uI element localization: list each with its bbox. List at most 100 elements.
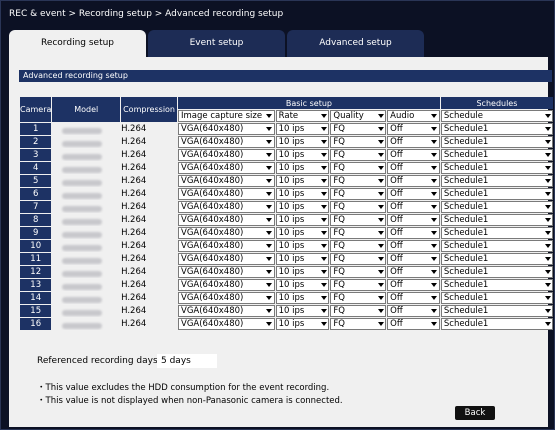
schedule-select[interactable]: Schedule1 [440,175,553,187]
chevron-down-icon [543,267,552,277]
rate-select[interactable]: 10 ips [275,253,330,265]
schedule-select[interactable]: Schedule1 [440,136,553,148]
tab-event-setup[interactable]: Event setup [148,30,285,57]
quality-select[interactable]: FQ [330,214,387,226]
image-capture-size-select[interactable]: VGA(640x480) [178,266,275,278]
chevron-down-icon [543,319,552,329]
audio-select[interactable]: Off [387,266,440,278]
image-capture-size-select[interactable]: VGA(640x480) [178,214,275,226]
audio-select[interactable]: Off [387,162,440,174]
quality-select[interactable]: FQ [330,266,387,278]
image-capture-size-select[interactable]: VGA(640x480) [178,162,275,174]
audio-select[interactable]: Off [387,123,440,135]
quality-select[interactable]: FQ [330,123,387,135]
image-capture-size-select[interactable]: VGA(640x480) [178,123,275,135]
rate-select[interactable]: 10 ips [275,279,330,291]
image-capture-size-select[interactable]: VGA(640x480) [178,136,275,148]
schedule-select[interactable]: Schedule1 [440,201,553,213]
tab-advanced-setup[interactable]: Advanced setup [287,30,424,57]
audio-select[interactable]: Off [387,318,440,330]
rate-select[interactable]: 10 ips [275,175,330,187]
audio-select[interactable]: Off [387,292,440,304]
quality-select[interactable]: FQ [330,305,387,317]
image-capture-size-select[interactable]: VGA(640x480) [178,188,275,200]
quality-select[interactable]: FQ [330,188,387,200]
audio-select[interactable]: Off [387,279,440,291]
camera-number: 11 [20,253,52,265]
audio-select[interactable]: Off [387,188,440,200]
image-capture-size-select[interactable]: VGA(640x480) [178,227,275,239]
schedule-select[interactable]: Schedule1 [440,149,553,161]
schedule-select[interactable]: Schedule1 [440,162,553,174]
schedule-select[interactable]: Schedule1 [440,253,553,265]
bulk-audio-select[interactable]: Audio [387,110,440,122]
image-capture-size-select[interactable]: VGA(640x480) [178,305,275,317]
audio-select[interactable]: Off [387,136,440,148]
audio-select[interactable]: Off [387,240,440,252]
quality-select[interactable]: FQ [330,318,387,330]
chevron-down-icon [430,124,439,134]
image-capture-size-select[interactable]: VGA(640x480) [178,279,275,291]
referenced-days-label: Referenced recording days [37,356,158,366]
rate-select[interactable]: 10 ips [275,214,330,226]
quality-select[interactable]: FQ [330,162,387,174]
quality-select[interactable]: FQ [330,279,387,291]
image-capture-size-select[interactable]: VGA(640x480) [178,292,275,304]
image-capture-size-select[interactable]: VGA(640x480) [178,253,275,265]
bulk-image-capture-size-select[interactable]: Image capture size [178,110,275,122]
schedule-select[interactable]: Schedule1 [440,266,553,278]
rate-select[interactable]: 10 ips [275,123,330,135]
quality-select[interactable]: FQ [330,227,387,239]
quality-select[interactable]: FQ [330,136,387,148]
schedule-select[interactable]: Schedule1 [440,292,553,304]
audio-select[interactable]: Off [387,214,440,226]
schedule-select[interactable]: Schedule1 [440,227,553,239]
rate-select[interactable]: 10 ips [275,305,330,317]
tab-recording-setup[interactable]: Recording setup [9,30,146,59]
rate-select[interactable]: 10 ips [275,240,330,252]
rate-select[interactable]: 10 ips [275,188,330,200]
rate-select[interactable]: 10 ips [275,266,330,278]
chevron-down-icon [543,254,552,264]
back-button[interactable]: Back [455,406,495,420]
schedule-select[interactable]: Schedule1 [440,123,553,135]
audio-select[interactable]: Off [387,201,440,213]
rate-select[interactable]: 10 ips [275,201,330,213]
header-compression: Compression [121,97,178,122]
audio-select[interactable]: Off [387,253,440,265]
camera-number: 16 [20,318,52,330]
quality-select[interactable]: FQ [330,240,387,252]
rate-select[interactable]: 10 ips [275,292,330,304]
image-capture-size-select[interactable]: VGA(640x480) [178,149,275,161]
audio-select[interactable]: Off [387,175,440,187]
rate-select[interactable]: 10 ips [275,162,330,174]
quality-select[interactable]: FQ [330,253,387,265]
rate-select[interactable]: 10 ips [275,136,330,148]
schedule-select[interactable]: Schedule1 [440,318,553,330]
bulk-quality-select[interactable]: Quality [330,110,387,122]
chevron-down-icon [376,202,385,212]
schedule-select[interactable]: Schedule1 [440,188,553,200]
image-capture-size-select[interactable]: VGA(640x480) [178,175,275,187]
audio-select[interactable]: Off [387,305,440,317]
audio-select[interactable]: Off [387,227,440,239]
bulk-rate-select[interactable]: Rate [275,110,330,122]
image-capture-size-select[interactable]: VGA(640x480) [178,318,275,330]
quality-select[interactable]: FQ [330,201,387,213]
rate-select[interactable]: 10 ips [275,318,330,330]
chevron-down-icon [265,241,274,251]
schedule-select[interactable]: Schedule1 [440,305,553,317]
image-capture-size-select[interactable]: VGA(640x480) [178,201,275,213]
rate-select[interactable]: 10 ips [275,149,330,161]
schedule-select[interactable]: Schedule1 [440,214,553,226]
schedule-select[interactable]: Schedule1 [440,279,553,291]
quality-select[interactable]: FQ [330,175,387,187]
table-row: 15 H.264 VGA(640x480) 10 ips FQ Off Schedule1 [20,305,553,317]
schedule-select[interactable]: Schedule1 [440,240,553,252]
rate-select[interactable]: 10 ips [275,227,330,239]
bulk-schedule-select[interactable]: Schedule [440,110,553,122]
quality-select[interactable]: FQ [330,149,387,161]
quality-select[interactable]: FQ [330,292,387,304]
image-capture-size-select[interactable]: VGA(640x480) [178,240,275,252]
audio-select[interactable]: Off [387,149,440,161]
